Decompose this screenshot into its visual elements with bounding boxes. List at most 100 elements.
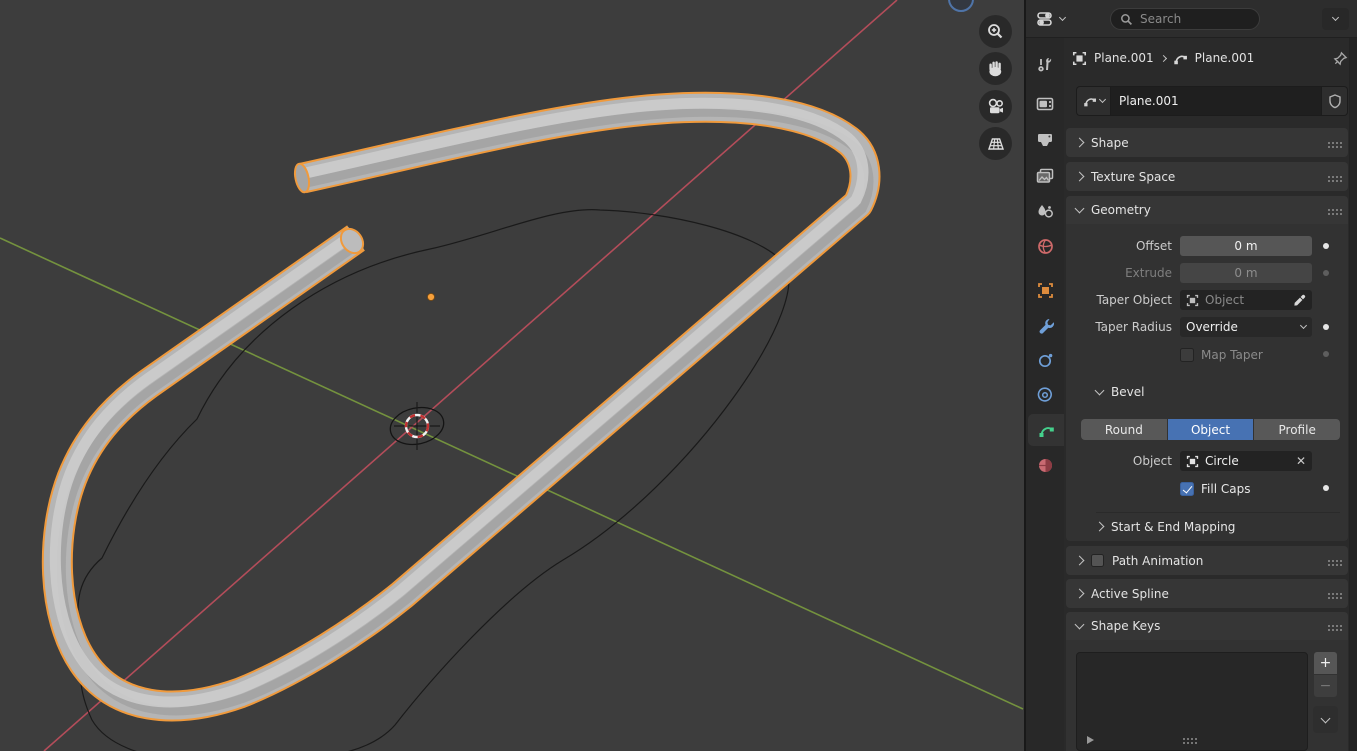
header-options-button[interactable]: [1322, 8, 1349, 30]
panel-label: Geometry: [1091, 203, 1320, 217]
pan-view-button[interactable]: [979, 52, 1012, 85]
fill-caps-label: Fill Caps: [1201, 482, 1250, 496]
collapse-icon: [1095, 386, 1105, 396]
properties-editor-icon: [1036, 10, 1056, 28]
add-shape-key-button[interactable]: +: [1314, 652, 1337, 674]
orthographic-toggle-button[interactable]: [979, 127, 1012, 160]
taper-radius-dropdown[interactable]: Override: [1180, 317, 1312, 337]
tab-material[interactable]: [1026, 449, 1064, 481]
scrollbar-gutter[interactable]: [1349, 38, 1357, 751]
fill-caps-decorator[interactable]: [1323, 485, 1329, 491]
taper-radius-decorator[interactable]: [1323, 324, 1329, 330]
bevel-tab-round[interactable]: Round: [1081, 419, 1167, 440]
datablock-name-field[interactable]: Plane.001: [1110, 86, 1322, 116]
map-taper-decorator[interactable]: [1323, 351, 1329, 357]
shield-icon: [1328, 94, 1342, 109]
panel-label: Texture Space: [1091, 170, 1320, 184]
background-curve-outline[interactable]: [78, 210, 789, 751]
panel-shape[interactable]: Shape: [1066, 128, 1348, 157]
extrude-decorator[interactable]: [1323, 270, 1329, 276]
panel-drag-grip[interactable]: [1328, 625, 1330, 627]
bevel-object-value: Circle: [1205, 454, 1239, 468]
bevel-object-field[interactable]: Circle ✕: [1180, 451, 1312, 471]
fill-caps-checkbox[interactable]: [1180, 482, 1194, 496]
offset-field[interactable]: 0 m: [1180, 236, 1312, 256]
editor-type-button[interactable]: [1032, 7, 1078, 31]
panel-shape-keys-header[interactable]: Shape Keys: [1066, 612, 1348, 640]
panel-drag-grip[interactable]: [1328, 560, 1330, 562]
tab-render[interactable]: [1026, 88, 1064, 120]
panel-drag-grip[interactable]: [1328, 209, 1330, 211]
bevel-tab-object[interactable]: Object: [1168, 419, 1254, 440]
object-icon: [1072, 51, 1087, 66]
taper-radius-label: Taper Radius: [1066, 317, 1172, 338]
list-resize-grip[interactable]: [1183, 738, 1185, 740]
panel-label: Shape Keys: [1091, 619, 1320, 633]
tab-view-layer[interactable]: [1026, 160, 1064, 192]
breadcrumb-data: Plane.001: [1195, 51, 1255, 65]
grid-perspective-icon: [986, 134, 1006, 154]
zoom-icon: [986, 22, 1005, 41]
tab-object[interactable]: [1026, 274, 1064, 306]
datablock-row: Plane.001: [1076, 86, 1348, 116]
bevel-mode-tabs: Round Object Profile: [1081, 419, 1340, 440]
expand-icon: [1075, 138, 1085, 148]
extrude-label: Extrude: [1066, 263, 1172, 284]
extrude-field[interactable]: 0 m: [1180, 263, 1312, 283]
camera-icon: [986, 97, 1006, 117]
panel-texture-space[interactable]: Texture Space: [1066, 162, 1348, 191]
tab-tool[interactable]: [1026, 48, 1064, 80]
chevron-down-icon: [1300, 322, 1307, 329]
remove-shape-key-button[interactable]: −: [1314, 675, 1337, 697]
tab-constraints[interactable]: [1026, 379, 1064, 411]
bevel-object-label: Object: [1066, 451, 1172, 472]
panel-drag-grip[interactable]: [1328, 142, 1330, 144]
offset-label: Offset: [1066, 236, 1172, 257]
bevel-subpanel-header[interactable]: Bevel: [1096, 381, 1144, 403]
tab-world[interactable]: [1026, 230, 1064, 262]
breadcrumb-separator-icon: [1160, 54, 1167, 61]
taper-radius-value: Override: [1186, 320, 1238, 334]
curve-object[interactable]: [55, 103, 869, 711]
offset-decorator[interactable]: [1323, 243, 1329, 249]
path-animation-checkbox[interactable]: [1091, 554, 1104, 567]
3d-viewport[interactable]: [0, 0, 1024, 751]
bevel-label: Bevel: [1111, 385, 1144, 399]
map-taper-checkbox[interactable]: [1180, 348, 1194, 362]
expand-icon: [1075, 589, 1085, 599]
object-icon: [1186, 294, 1199, 307]
chevron-down-icon: [1098, 96, 1105, 103]
taper-object-label: Taper Object: [1066, 290, 1172, 311]
fake-user-button[interactable]: [1322, 86, 1348, 116]
panel-path-animation[interactable]: Path Animation: [1066, 546, 1348, 575]
panel-drag-grip[interactable]: [1328, 176, 1330, 178]
tab-output[interactable]: [1026, 124, 1064, 156]
camera-view-button[interactable]: [979, 90, 1012, 123]
tab-modifiers[interactable]: [1026, 309, 1064, 341]
collapse-icon: [1075, 620, 1085, 630]
shape-key-specials-button[interactable]: [1313, 706, 1338, 733]
tab-object-data[interactable]: [1028, 414, 1064, 446]
collapse-icon: [1075, 204, 1085, 214]
blender-window: Search Plane.001: [0, 0, 1357, 751]
shape-keys-list[interactable]: [1076, 652, 1308, 751]
tab-scene[interactable]: [1026, 195, 1064, 227]
datablock-type-dropdown[interactable]: [1076, 86, 1110, 116]
panel-drag-grip[interactable]: [1328, 593, 1330, 595]
viewport-scene: [0, 0, 1024, 751]
taper-object-placeholder: Object: [1205, 293, 1244, 307]
bevel-tab-profile[interactable]: Profile: [1254, 419, 1340, 440]
pin-icon[interactable]: [1333, 51, 1348, 66]
tab-physics[interactable]: [1026, 344, 1064, 376]
zoom-button[interactable]: [979, 15, 1012, 48]
panel-geometry-header[interactable]: Geometry: [1066, 196, 1348, 224]
clear-icon[interactable]: ✕: [1296, 454, 1306, 468]
search-input[interactable]: Search: [1110, 8, 1260, 30]
panel-label: Active Spline: [1091, 587, 1320, 601]
start-end-mapping-header[interactable]: Start & End Mapping: [1096, 512, 1340, 540]
taper-object-field[interactable]: Object: [1180, 290, 1312, 310]
chevron-down-icon: [1321, 713, 1331, 723]
list-filter-toggle-icon[interactable]: [1087, 736, 1094, 744]
eyedropper-icon[interactable]: [1293, 294, 1306, 307]
panel-active-spline[interactable]: Active Spline: [1066, 579, 1348, 608]
